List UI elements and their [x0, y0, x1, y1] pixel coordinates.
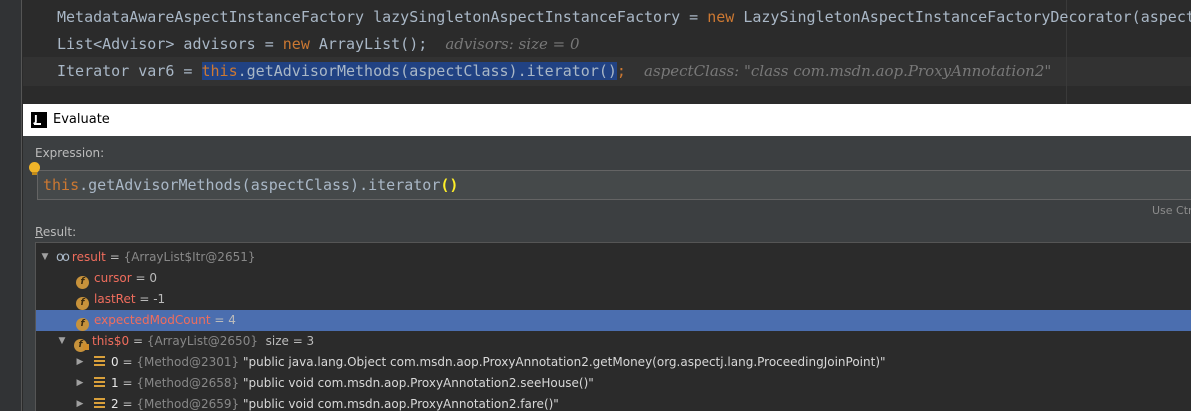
result-tree[interactable]: ▼ oo result = {ArrayList$Itr@2651} f curso… [35, 242, 1191, 411]
code-variable: lazySingletonAspectInstanceFactory [373, 8, 681, 26]
collapse-arrow-icon[interactable]: ▼ [39, 247, 51, 268]
dialog-title: Evaluate [53, 112, 110, 127]
tree-item-value: -1 [153, 292, 166, 306]
watch-infinity-icon: oo [56, 250, 70, 265]
tree-row-content: f expectedModCount = 4 [76, 310, 236, 331]
expression-body: .getAdvisorMethods(aspectClass).iterator [79, 176, 441, 194]
tree-item-value: {Method@2658} [136, 376, 240, 390]
tree-row-content: 1 = {Method@2658} "public void com.msdn.… [94, 373, 594, 394]
tree-item-name: 2 [111, 397, 119, 411]
tree-item-name: expectedModCount [94, 313, 211, 327]
result-label: Result: [35, 225, 76, 239]
tree-row-this0[interactable]: ▼ f this$0 = {ArrayList@2650} size = 3 [36, 331, 1191, 352]
result-label-mnemonic: R [35, 225, 43, 239]
field-icon: f [76, 318, 89, 331]
code-keyword: this [201, 62, 238, 80]
tree-row-result[interactable]: ▼ oo result = {ArrayList$Itr@2651} [36, 247, 1191, 268]
lock-icon [83, 344, 89, 350]
tree-item-eq: = [118, 355, 137, 369]
tree-item-extra: "public java.lang.Object com.msdn.aop.Pr… [242, 355, 886, 369]
expression-label: Expression: [35, 146, 105, 160]
selected-code[interactable]: this.getAdvisorMethods(aspectClass).iter… [201, 62, 617, 80]
list-element-icon [94, 398, 105, 409]
expand-arrow-icon[interactable]: ▶ [74, 352, 86, 373]
code-type: MetadataAwareAspectInstanceFactory [57, 8, 365, 26]
matched-parens: () [440, 176, 459, 194]
tree-item-eq: = [131, 271, 150, 285]
editor-gutter[interactable] [0, 0, 22, 411]
selected-code-text: .getAdvisorMethods(aspectClass).iterator… [237, 62, 617, 80]
tree-row-cursor[interactable]: f cursor = 0 [36, 268, 1191, 289]
tree-row-element-2[interactable]: ▶ 2 = {Method@2659} "public void com.msd… [36, 394, 1191, 411]
tree-row-content: f cursor = 0 [76, 268, 157, 289]
tree-item-eq: = [105, 250, 124, 264]
tree-row-expectedmodcount[interactable]: f expectedModCount = 4 [36, 310, 1191, 331]
inline-debug-hint: advisors: size = 0 [445, 35, 580, 53]
expand-arrow-icon[interactable]: ▶ [74, 394, 86, 411]
tree-row-element-1[interactable]: ▶ 1 = {Method@2658} "public void com.msd… [36, 373, 1191, 394]
code-rest: LazySingletonAspectInstanceFactoryDecora… [743, 8, 1191, 26]
tree-row-content: 2 = {Method@2659} "public void com.msdn.… [94, 394, 559, 411]
tree-item-eq: = [118, 397, 137, 411]
expression-text: this.getAdvisorMethods(aspectClass).iter… [43, 171, 458, 199]
tree-item-eq: = [129, 334, 147, 348]
collapse-arrow-icon[interactable]: ▼ [56, 331, 68, 352]
tree-row-element-0[interactable]: ▶ 0 = {Method@2301} "public java.lang.Ob… [36, 352, 1191, 373]
tree-item-extra: size = 3 [265, 334, 315, 348]
field-icon: f [76, 297, 89, 310]
lightbulb-icon[interactable] [29, 162, 40, 175]
tree-item-extra: "public void com.msdn.aop.ProxyAnnotatio… [242, 376, 594, 390]
tree-item-extra: "public void com.msdn.aop.ProxyAnnotatio… [242, 397, 559, 411]
tree-item-value: 0 [149, 271, 157, 285]
dialog-titlebar[interactable]: J Evaluate [23, 104, 1191, 136]
tree-item-value: {ArrayList$Itr@2651} [123, 250, 256, 264]
code-editor[interactable]: MetadataAwareAspectInstanceFactory lazyS… [0, 0, 1191, 104]
tree-item-name: result [71, 250, 106, 264]
tree-item-name: 1 [111, 376, 119, 390]
code-line-2[interactable]: List<Advisor> advisors = new ArrayList()… [57, 31, 580, 58]
evaluate-dialog: J Evaluate Expression: this.getAdvisorMe… [23, 104, 1191, 411]
tree-item-name: cursor [94, 271, 132, 285]
expression-keyword: this [43, 176, 80, 194]
expression-input[interactable]: this.getAdvisorMethods(aspectClass).iter… [37, 170, 1191, 200]
result-label-text: esult: [42, 225, 77, 239]
tree-item-value: {ArrayList@2650} [146, 334, 258, 348]
list-element-icon [94, 356, 105, 367]
tree-item-eq: = [135, 292, 154, 306]
tree-row-content: f lastRet = -1 [76, 289, 165, 310]
tree-row-content: f this$0 = {ArrayList@2650} size = 3 [74, 331, 314, 352]
code-semicolon: ; [616, 62, 626, 80]
tree-item-name: 0 [111, 355, 119, 369]
expand-arrow-icon[interactable]: ▶ [74, 373, 86, 394]
code-keyword: new [282, 35, 310, 53]
tree-item-value: {Method@2659} [136, 397, 240, 411]
tree-row-lastret[interactable]: f lastRet = -1 [36, 289, 1191, 310]
code-operator: = [689, 8, 699, 26]
tree-item-eq: = [210, 313, 229, 327]
inline-debug-hint: aspectClass: "class com.msdn.aop.ProxyAn… [644, 62, 1052, 80]
tree-item-value: {Method@2301} [136, 355, 240, 369]
field-icon: f [76, 276, 89, 289]
tree-item-eq: = [118, 376, 137, 390]
tree-item-name: this$0 [92, 334, 130, 348]
tree-row-content: oo result = {ArrayList$Itr@2651} [56, 247, 255, 268]
code-declaration: Iterator var6 = [57, 62, 193, 80]
code-rest: ArrayList(); [318, 35, 428, 53]
list-element-icon [94, 377, 105, 388]
intellij-icon: J [31, 112, 47, 128]
tree-row-content: 0 = {Method@2301} "public java.lang.Obje… [94, 352, 886, 373]
code-line-3[interactable]: Iterator var6 = this.getAdvisorMethods(a… [57, 58, 1051, 85]
tree-item-value: 4 [228, 313, 236, 327]
code-keyword: new [707, 8, 735, 26]
tree-item-name: lastRet [94, 292, 136, 306]
shortcut-hint: Use Ctrl [1152, 204, 1191, 217]
code-declaration: List<Advisor> advisors = [57, 35, 274, 53]
code-line-1[interactable]: MetadataAwareAspectInstanceFactory lazyS… [57, 4, 1191, 31]
